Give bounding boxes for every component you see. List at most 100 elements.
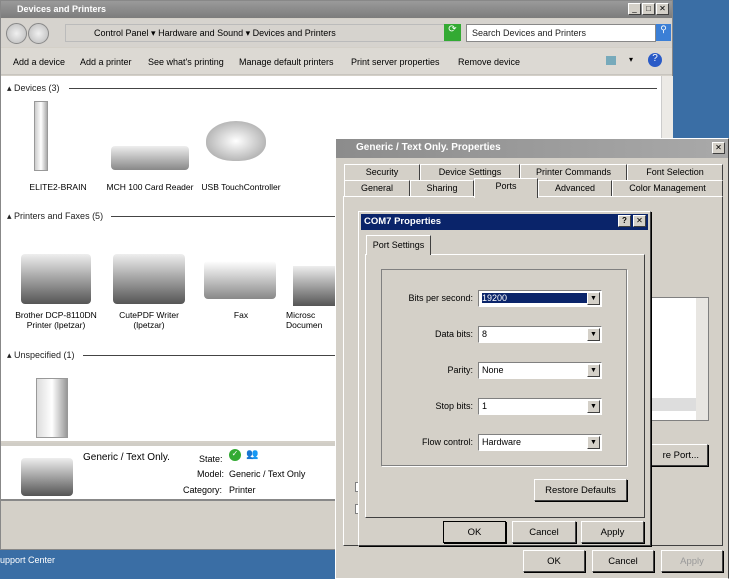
close-button[interactable]: ✕	[712, 142, 725, 154]
device-label[interactable]: ELITE2-BRAIN	[13, 182, 103, 192]
field-value: 8	[482, 329, 488, 339]
tab-sharing[interactable]: Sharing	[410, 180, 474, 196]
window-title: Devices and Printers	[1, 1, 672, 18]
details-name: Generic / Text Only.	[83, 452, 170, 463]
users-icon: 👥	[246, 449, 259, 460]
section-devices[interactable]: ▴ Devices (3)	[7, 83, 60, 94]
printer-label[interactable]: CutePDF Writer (lpetzar)	[104, 310, 194, 330]
section-label: Printers and Faxes (5)	[14, 211, 104, 221]
add-device-button[interactable]: Add a device	[13, 57, 65, 67]
printer-icon	[21, 458, 73, 496]
close-button[interactable]: ✕	[633, 215, 646, 227]
breadcrumb-item[interactable]: Devices and Printers	[253, 28, 336, 38]
view-icon[interactable]	[606, 56, 616, 65]
tab-security[interactable]: Security	[344, 164, 420, 180]
view-dropdown-icon[interactable]: ▾	[629, 55, 633, 64]
field-combobox[interactable]: 1 ▼	[478, 398, 602, 415]
search-icon[interactable]: ⚲	[656, 24, 671, 41]
maximize-button[interactable]: □	[642, 3, 655, 15]
add-printer-button[interactable]: Add a printer	[80, 57, 132, 67]
printer-icon[interactable]	[293, 266, 336, 306]
back-button[interactable]	[6, 23, 27, 44]
section-unspecified[interactable]: ▴ Unspecified (1)	[7, 350, 75, 361]
section-label: Devices (3)	[14, 83, 60, 93]
device-label[interactable]: USB TouchController	[196, 182, 286, 192]
field-value: Hardware	[482, 437, 522, 447]
breadcrumb[interactable]: Control Panel ▾ Hardware and Sound ▾ Dev…	[65, 24, 460, 42]
help-icon[interactable]: ?	[648, 53, 662, 67]
field-combobox[interactable]: 8 ▼	[478, 326, 602, 343]
card-reader-icon[interactable]	[111, 146, 189, 170]
dialog-title: COM7 Properties	[361, 214, 648, 230]
address-bar: Control Panel ▾ Hardware and Sound ▾ Dev…	[1, 19, 672, 47]
device-label[interactable]: MCH 100 Card Reader	[105, 182, 195, 192]
ok-button[interactable]: OK	[443, 521, 506, 543]
see-whats-printing-button[interactable]: See what's printing	[148, 57, 224, 67]
field-combobox[interactable]: Hardware ▼	[478, 434, 602, 451]
field-label: Parity:	[447, 365, 473, 375]
command-bar: Add a device Add a printer See what's pr…	[1, 48, 672, 75]
printer-icon[interactable]	[21, 254, 91, 304]
printer-label[interactable]: Microsc Documen	[286, 310, 336, 330]
mouse-icon[interactable]	[206, 121, 266, 161]
tab-ports[interactable]: Ports	[474, 178, 538, 198]
apply-button[interactable]: Apply	[581, 521, 644, 543]
tab-advanced[interactable]: Advanced	[538, 180, 612, 196]
print-server-properties-button[interactable]: Print server properties	[351, 57, 440, 67]
fax-icon[interactable]	[204, 261, 276, 299]
divider	[83, 355, 336, 356]
field-value: 1	[482, 401, 488, 411]
remove-device-button[interactable]: Remove device	[458, 57, 520, 67]
check-icon: ✓	[229, 449, 241, 461]
printer-label[interactable]: Fax	[196, 310, 286, 320]
breadcrumb-item[interactable]: Hardware and Sound	[158, 28, 243, 38]
restore-defaults-button[interactable]: Restore Defaults	[534, 479, 627, 501]
printer-icon[interactable]	[113, 254, 185, 304]
chevron-down-icon[interactable]: ▼	[587, 292, 600, 305]
cancel-button[interactable]: Cancel	[592, 550, 654, 572]
state-label: State:	[199, 454, 223, 464]
field-combobox[interactable]: 19200 ▼	[478, 290, 602, 307]
field-label: Bits per second:	[408, 293, 473, 303]
refresh-icon[interactable]: ⟳	[444, 24, 461, 41]
chevron-down-icon[interactable]: ▼	[587, 364, 600, 377]
port-list[interactable]	[651, 297, 709, 421]
printer-label[interactable]: Brother DCP-8110DN Printer (lpetzar)	[11, 310, 101, 330]
field-combobox[interactable]: None ▼	[478, 362, 602, 379]
tab-font-selection[interactable]: Font Selection	[627, 164, 723, 180]
field-label: Data bits:	[434, 329, 473, 339]
search-input[interactable]: Search Devices and Printers	[466, 24, 656, 42]
field-value: 19200	[482, 293, 587, 303]
minimize-button[interactable]: _	[628, 3, 641, 15]
port-list-scrollbar[interactable]	[696, 298, 708, 420]
chevron-down-icon[interactable]: ▼	[587, 436, 600, 449]
chevron-down-icon[interactable]: ▼	[587, 400, 600, 413]
section-label: Unspecified (1)	[14, 350, 75, 360]
model-value: Generic / Text Only	[229, 469, 306, 479]
chevron-down-icon[interactable]: ▼	[587, 328, 600, 341]
help-button[interactable]: ?	[618, 215, 631, 227]
tab-port-settings[interactable]: Port Settings	[366, 235, 431, 255]
computer-icon[interactable]	[34, 101, 48, 171]
cancel-button[interactable]: Cancel	[512, 521, 576, 543]
ok-button[interactable]: OK	[523, 550, 585, 572]
port-list-row[interactable]	[652, 398, 696, 411]
field-value: None	[482, 365, 504, 375]
unspecified-device-icon[interactable]	[36, 378, 68, 438]
manage-default-printers-button[interactable]: Manage default printers	[239, 57, 334, 67]
forward-button[interactable]	[28, 23, 49, 44]
section-printers[interactable]: ▴ Printers and Faxes (5)	[7, 211, 103, 222]
divider	[69, 88, 657, 89]
breadcrumb-item[interactable]: Control Panel	[94, 28, 149, 38]
field-label: Flow control:	[421, 437, 473, 447]
apply-button[interactable]: Apply	[661, 550, 723, 572]
taskbar: upport Center	[0, 550, 335, 579]
taskbar-item[interactable]: upport Center	[0, 555, 55, 565]
tab-color-management[interactable]: Color Management	[612, 180, 723, 196]
category-value: Printer	[229, 485, 256, 495]
tab-general[interactable]: General	[344, 180, 410, 196]
field-label: Stop bits:	[435, 401, 473, 411]
category-label: Category:	[183, 485, 223, 495]
dialog-title: Generic / Text Only. Properties	[336, 139, 728, 158]
close-button[interactable]: ✕	[656, 3, 669, 15]
